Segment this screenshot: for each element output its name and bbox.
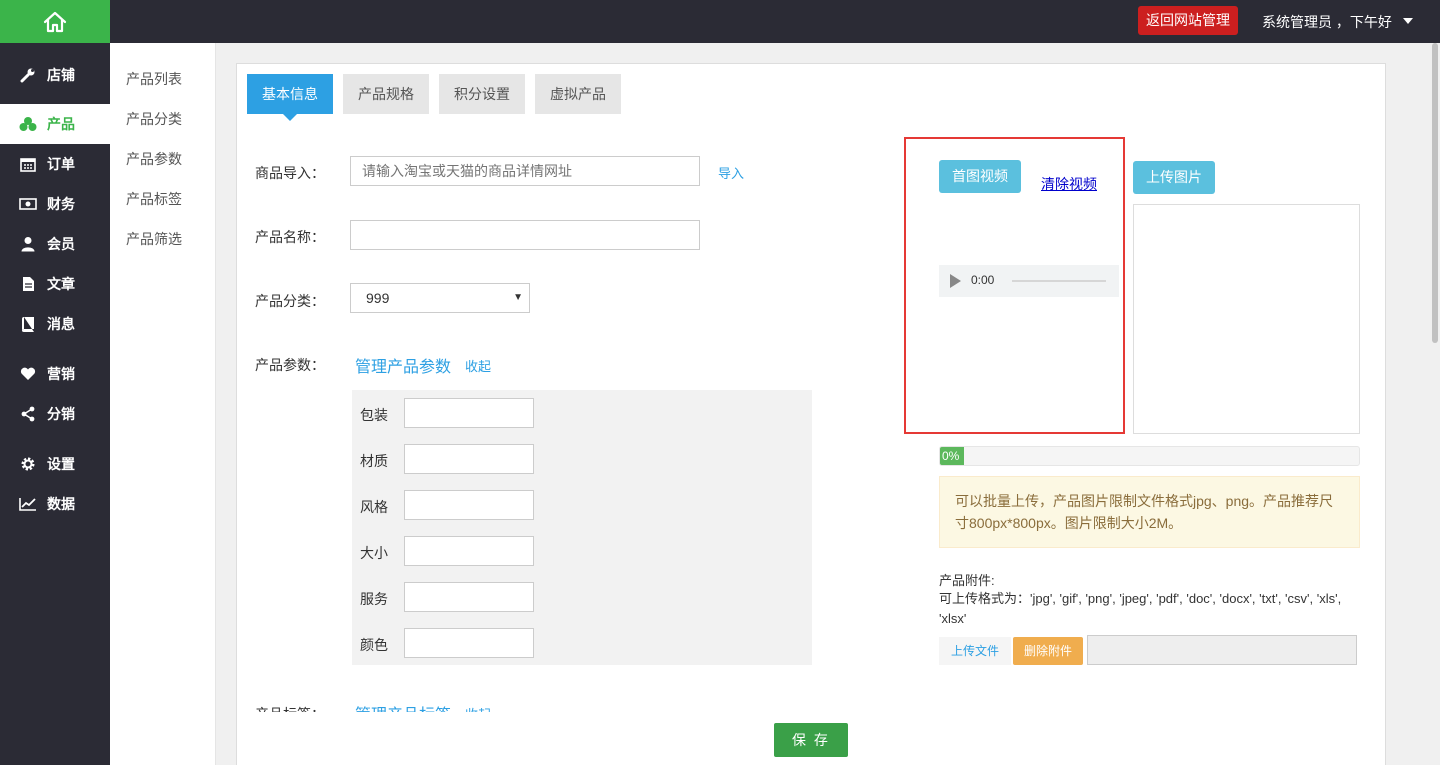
sidebar-item-shop[interactable]: 店铺 [0, 55, 110, 95]
wrench-icon [19, 66, 37, 84]
tab-product-specs[interactable]: 产品规格 [343, 74, 429, 114]
play-icon[interactable] [950, 274, 961, 288]
save-button[interactable]: 保 存 [774, 723, 848, 757]
first-image-video-button[interactable]: 首图视频 [939, 160, 1021, 193]
sidebar-item-label: 订单 [47, 156, 75, 172]
page-scrollbar[interactable] [1430, 43, 1440, 765]
sidebar-item-label: 设置 [47, 456, 75, 472]
file-icon [19, 275, 37, 293]
sidebar-item-label: 财务 [47, 196, 75, 212]
collapse-tags-link[interactable]: 收起 [465, 704, 491, 712]
sidebar-item-settings[interactable]: 设置 [0, 444, 110, 484]
param-label-packaging: 包装 [360, 407, 388, 423]
params-panel [352, 390, 812, 665]
sidebar-item-label: 文章 [47, 276, 75, 292]
product-category-label: 产品分类： [255, 293, 325, 309]
audio-player[interactable]: 0:00 [939, 265, 1119, 297]
tab-points-settings[interactable]: 积分设置 [439, 74, 525, 114]
sidebar-item-message[interactable]: 消息 [0, 304, 110, 344]
chart-icon [19, 495, 37, 513]
tab-virtual-product[interactable]: 虚拟产品 [535, 74, 621, 114]
sidebar-item-label: 店铺 [47, 67, 75, 83]
sidebar: 店铺 产品 订单 财务 会员 文章 消息 营销 分销 设置 数据 [0, 43, 110, 765]
attachment-file-field[interactable] [1087, 635, 1357, 665]
subnav-item-product-params[interactable]: 产品参数 [126, 149, 182, 169]
gear-icon [19, 455, 37, 473]
import-url-input[interactable] [350, 156, 700, 186]
attachment-title: 产品附件: [939, 573, 995, 588]
category-selected-value: 999 [366, 290, 390, 306]
sidebar-item-data[interactable]: 数据 [0, 484, 110, 524]
sidebar-item-label: 会员 [47, 236, 75, 252]
progress-label: 0% [942, 449, 960, 463]
param-label-style: 风格 [360, 499, 388, 515]
money-icon [19, 195, 37, 213]
upload-image-button[interactable]: 上传图片 [1133, 161, 1215, 194]
cubes-icon [19, 115, 37, 133]
home-icon [43, 11, 67, 32]
import-label: 商品导入： [255, 165, 325, 181]
back-to-site-button[interactable]: 返回网站管理 [1138, 6, 1238, 35]
param-input-packaging[interactable] [404, 398, 534, 428]
dropdown-arrow-icon: ▼ [513, 292, 523, 303]
delete-attachment-button[interactable]: 删除附件 [1013, 637, 1083, 665]
product-category-select[interactable]: 999 ▼ [350, 283, 530, 313]
manage-tags-link[interactable]: 管理产品标签 [355, 701, 451, 712]
subnav-item-product-category[interactable]: 产品分类 [126, 109, 182, 129]
top-bar: 返回网站管理 系统管理员 ，下午好 [0, 0, 1440, 43]
tab-basic-info[interactable]: 基本信息 [247, 74, 333, 121]
attachment-formats: 可上传格式为：'jpg', 'gif', 'png', 'jpeg', 'pdf… [939, 591, 1342, 626]
param-input-size[interactable] [404, 536, 534, 566]
subnav-item-product-tags[interactable]: 产品标签 [126, 189, 182, 209]
sidebar-item-member[interactable]: 会员 [0, 224, 110, 264]
product-subnav: 产品列表 产品分类 产品参数 产品标签 产品筛选 [110, 43, 216, 765]
upload-progress-bar: 0% [939, 446, 1360, 466]
user-greeting[interactable]: 系统管理员 ，下午好 [1262, 12, 1392, 32]
product-name-label: 产品名称： [255, 229, 325, 245]
image-preview-area [1133, 204, 1360, 434]
upload-file-button[interactable]: 上传文件 [939, 637, 1011, 665]
sidebar-item-label: 营销 [47, 366, 75, 382]
sidebar-item-label: 分销 [47, 406, 75, 422]
user-icon [19, 235, 37, 253]
sidebar-item-finance[interactable]: 财务 [0, 184, 110, 224]
upload-notice: 可以批量上传，产品图片限制文件格式jpg、png。产品推荐尺寸800px*800… [939, 476, 1360, 548]
param-input-service[interactable] [404, 582, 534, 612]
sidebar-item-distribution[interactable]: 分销 [0, 394, 110, 434]
sidebar-item-marketing[interactable]: 营销 [0, 354, 110, 394]
product-name-input[interactable] [350, 220, 700, 250]
sidebar-item-order[interactable]: 订单 [0, 144, 110, 184]
heart-icon [19, 365, 37, 383]
subnav-item-product-list[interactable]: 产品列表 [126, 69, 182, 89]
sidebar-item-label: 产品 [47, 116, 75, 132]
collapse-params-link[interactable]: 收起 [465, 356, 491, 375]
param-label-size: 大小 [360, 545, 388, 561]
param-label-material: 材质 [360, 453, 388, 469]
manage-params-link[interactable]: 管理产品参数 [355, 353, 451, 377]
audio-seek-bar[interactable] [1012, 280, 1106, 282]
sidebar-item-product[interactable]: 产品 [0, 104, 110, 144]
param-label-color: 颜色 [360, 637, 388, 653]
book-icon [19, 315, 37, 333]
clear-video-link[interactable]: 清除视频 [1041, 174, 1097, 194]
progress-fill: 0% [940, 447, 964, 465]
calendar-icon [19, 155, 37, 173]
audio-time: 0:00 [971, 273, 995, 287]
product-tags-label: 产品标签： [255, 704, 325, 712]
param-input-material[interactable] [404, 444, 534, 474]
share-icon [19, 405, 37, 423]
tags-row-clipped: 产品标签： 管理产品标签 收起 [250, 700, 810, 712]
chevron-down-icon[interactable] [1403, 18, 1413, 24]
param-label-service: 服务 [360, 591, 388, 607]
import-button[interactable]: 导入 [718, 163, 744, 182]
subnav-item-product-filter[interactable]: 产品筛选 [126, 229, 182, 249]
home-button[interactable] [0, 0, 110, 43]
sidebar-item-article[interactable]: 文章 [0, 264, 110, 304]
scrollbar-thumb[interactable] [1432, 43, 1438, 343]
param-input-style[interactable] [404, 490, 534, 520]
sidebar-item-label: 消息 [47, 316, 75, 332]
param-input-color[interactable] [404, 628, 534, 658]
sidebar-item-label: 数据 [47, 496, 75, 512]
product-params-label: 产品参数： [255, 357, 325, 373]
